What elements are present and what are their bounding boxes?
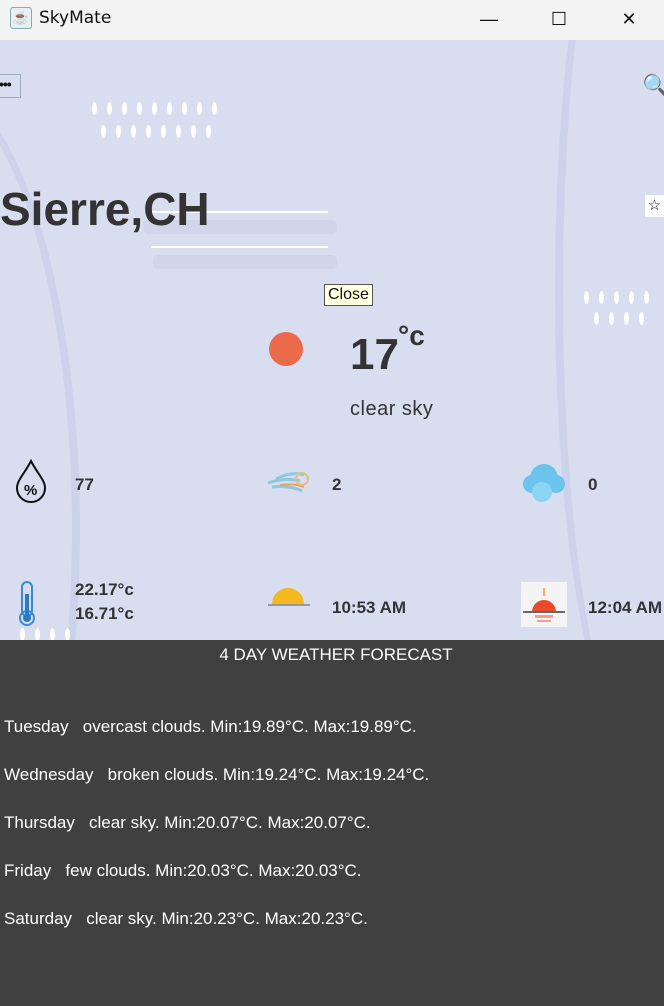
decor-drops <box>594 312 654 330</box>
sunrise-time: 10:53 AM <box>332 598 407 617</box>
sunset-time: 12:04 AM <box>588 598 663 617</box>
max-temperature: 22.17°c <box>75 580 134 599</box>
weather-description: clear sky <box>350 398 434 420</box>
maximize-button[interactable]: ☐ <box>536 0 582 40</box>
close-button[interactable]: ✕ <box>606 0 652 40</box>
decor-line <box>151 246 328 248</box>
cloud-icon <box>523 464 565 502</box>
forecast-row: Saturday clear sky. Min:20.23°C. Max:20.… <box>4 909 368 928</box>
tooltip: Close <box>324 284 373 306</box>
decor-curve <box>0 80 80 640</box>
decor-bar <box>153 255 337 269</box>
thermometer-icon <box>19 581 35 626</box>
temperature-unit: °c <box>398 320 425 351</box>
weather-panel: ••• 🔍 Sierre,CH ☆ Close 17 °c clear sky … <box>0 40 664 640</box>
svg-text:%: % <box>24 482 37 499</box>
search-icon[interactable]: 🔍 <box>642 73 664 99</box>
decor-drops <box>20 628 80 640</box>
wind-icon <box>267 472 309 493</box>
forecast-title: 4 DAY WEATHER FORECAST <box>219 645 453 664</box>
sunrise-icon <box>268 588 310 606</box>
clear-sky-sun-icon <box>269 332 303 366</box>
decor-curve <box>555 40 664 640</box>
minimize-button[interactable]: — <box>466 0 512 40</box>
decor-drops <box>101 125 221 143</box>
current-temperature: 17 <box>350 330 399 379</box>
sunset-icon <box>521 582 567 627</box>
title-bar: ☕ SkyMate — ☐ ✕ <box>0 0 664 40</box>
forecast-row: Tuesday overcast clouds. Min:19.89°C. Ma… <box>4 717 417 736</box>
forecast-row: Wednesday broken clouds. Min:19.24°C. Ma… <box>4 765 430 784</box>
cloudiness-value: 0 <box>588 475 598 494</box>
favorite-star-icon[interactable]: ☆ <box>645 195 664 217</box>
forecast-panel: 4 DAY WEATHER FORECAST Tuesday overcast … <box>0 640 664 1006</box>
java-app-icon: ☕ <box>10 7 32 29</box>
humidity-icon: % <box>15 458 47 503</box>
min-temperature: 16.71°c <box>75 604 134 623</box>
window-title: SkyMate <box>39 8 112 28</box>
decor-drops <box>92 102 227 120</box>
menu-button[interactable]: ••• <box>0 74 21 98</box>
decor-drops <box>584 291 659 309</box>
forecast-row: Thursday clear sky. Min:20.07°C. Max:20.… <box>4 813 371 832</box>
humidity-value: 77 <box>75 475 94 494</box>
forecast-row: Friday few clouds. Min:20.03°C. Max:20.0… <box>4 861 362 880</box>
city-name: Sierre,CH <box>0 183 210 235</box>
wind-value: 2 <box>332 475 342 494</box>
